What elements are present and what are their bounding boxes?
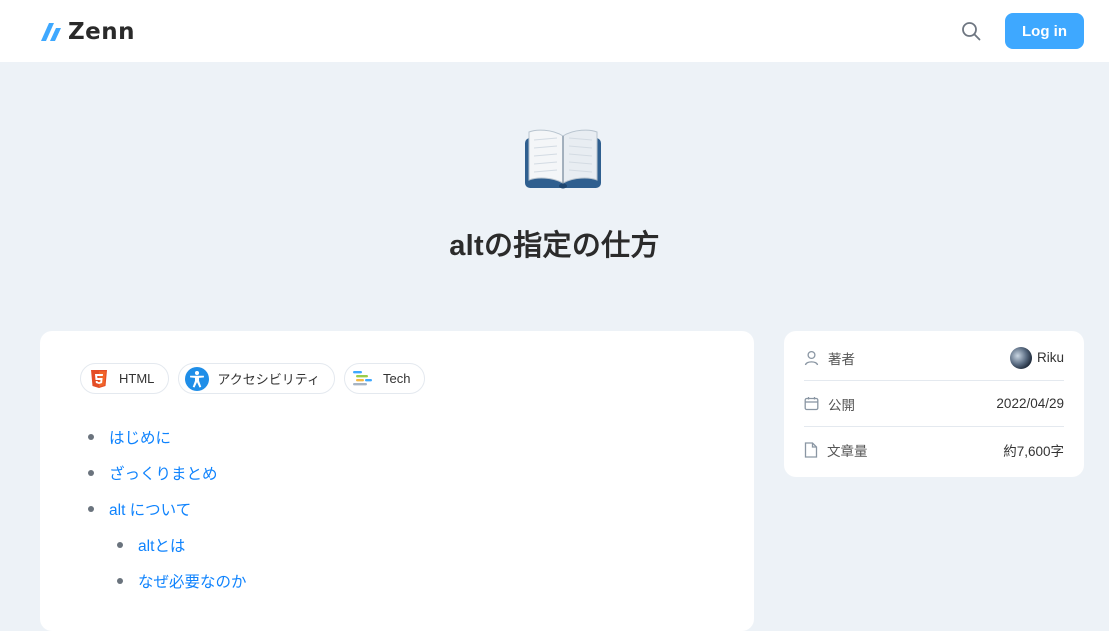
toc-item: alt について	[88, 491, 247, 527]
zenn-logo-icon	[41, 23, 61, 41]
topic-label: アクセシビリティ	[217, 372, 320, 387]
article-title: altの指定の仕方	[449, 230, 660, 262]
topic-label: Tech	[382, 371, 411, 386]
length-value: 約7,600字	[1003, 444, 1064, 459]
person-icon	[804, 350, 819, 365]
author-label-group: 著者	[804, 348, 855, 368]
author-label: 著者	[828, 351, 855, 367]
zenn-logo[interactable]: Zenn	[40, 19, 135, 45]
avatar	[1009, 346, 1032, 369]
html5-icon	[87, 367, 111, 391]
document-icon	[804, 442, 818, 458]
published-date: 2022/04/29	[996, 396, 1064, 411]
topic-list: HTML アクセシビリティ Tech	[80, 363, 426, 394]
topic-html[interactable]: HTML	[80, 363, 170, 394]
author-link[interactable]: Riku	[1009, 346, 1064, 369]
table-of-contents: はじめに ざっくりまとめ alt について altとは なぜ必要なのか	[88, 419, 247, 599]
toc-subitem: なぜ必要なのか	[88, 563, 247, 599]
topic-label: HTML	[119, 371, 155, 386]
logo-text: Zenn	[68, 19, 136, 45]
accessibility-icon	[185, 366, 210, 391]
bullet	[117, 578, 123, 584]
toc-link[interactable]: はじめに	[109, 426, 171, 448]
search-icon	[962, 22, 981, 41]
article-content-card: HTML アクセシビリティ Tech はじめに ざっくりまとめ alt について…	[40, 331, 754, 631]
article-info-card: 著者 Riku 公開 2022/04/29 文章量 約7,600字	[784, 331, 1084, 477]
bullet	[88, 470, 94, 476]
site-header: Zenn Log in	[0, 0, 1109, 62]
search-button[interactable]	[958, 18, 984, 44]
toc-link[interactable]: なぜ必要なのか	[138, 570, 247, 592]
bullet	[88, 506, 94, 512]
bullet	[88, 434, 94, 440]
toc-item: はじめに	[88, 419, 247, 455]
toc-link[interactable]: alt について	[109, 498, 191, 520]
login-button[interactable]: Log in	[1005, 13, 1084, 49]
topic-tech[interactable]: Tech	[343, 363, 426, 394]
toc-item: ざっくりまとめ	[88, 455, 247, 491]
tech-icon	[351, 367, 375, 391]
published-row: 公開 2022/04/29	[804, 381, 1064, 427]
toc-subitem: altとは	[88, 527, 247, 563]
calendar-icon	[804, 397, 819, 411]
published-label: 公開	[828, 397, 855, 413]
bullet	[117, 542, 123, 548]
article-emoji	[522, 126, 604, 192]
topic-accessibility[interactable]: アクセシビリティ	[178, 363, 335, 394]
published-label-group: 公開	[804, 394, 855, 414]
author-name: Riku	[1036, 350, 1064, 365]
toc-link[interactable]: ざっくりまとめ	[109, 462, 218, 484]
length-label: 文章量	[827, 444, 868, 459]
open-book-icon	[525, 129, 601, 189]
toc-link[interactable]: altとは	[138, 534, 185, 556]
author-row: 著者 Riku	[804, 335, 1064, 381]
length-label-group: 文章量	[804, 440, 868, 460]
length-row: 文章量 約7,600字	[804, 427, 1064, 473]
